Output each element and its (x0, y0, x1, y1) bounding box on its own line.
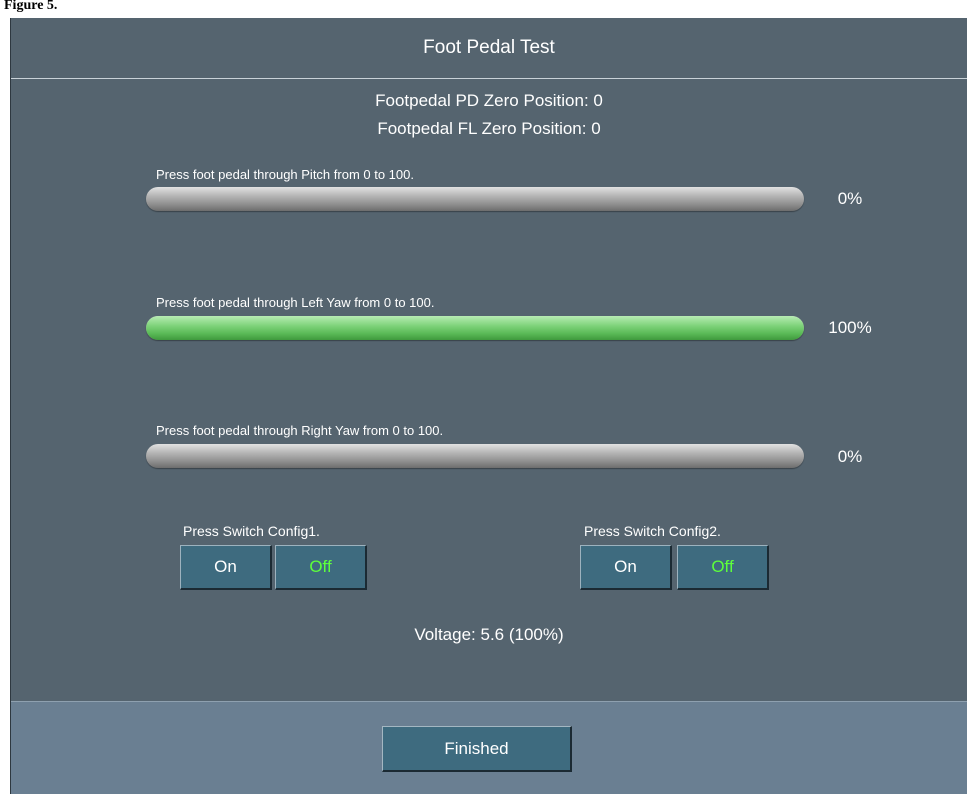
foot-pedal-test-window: Foot Pedal Test Footpedal PD Zero Positi… (10, 18, 967, 794)
pitch-progress-bar (146, 187, 804, 211)
pd-zero-position: Footpedal PD Zero Position: 0 (375, 91, 603, 110)
pitch-percent: 0% (837, 189, 863, 208)
switch-config1-on-button[interactable]: On (180, 545, 272, 590)
window-title: Foot Pedal Test (11, 18, 967, 79)
switch-config1-label: Press Switch Config1. (183, 523, 320, 539)
left-yaw-progress-fill (146, 316, 804, 340)
left-yaw-progress-bar (146, 316, 804, 340)
left-yaw-percent: 100% (828, 318, 872, 337)
voltage-readout: Voltage: 5.6 (100%) (414, 625, 564, 644)
footer-panel: Finished (11, 701, 967, 794)
switch-config2-label: Press Switch Config2. (584, 523, 721, 539)
right-yaw-prompt: Press foot pedal through Right Yaw from … (156, 423, 444, 438)
switch-config1-off-button[interactable]: Off (275, 545, 367, 590)
finished-button[interactable]: Finished (382, 726, 572, 772)
figure-caption: Figure 5. (0, 0, 967, 18)
right-yaw-percent: 0% (837, 447, 863, 466)
switch-config2-off-button[interactable]: Off (677, 545, 769, 590)
left-yaw-prompt: Press foot pedal through Left Yaw from 0… (156, 295, 435, 310)
switch-config2-on-button[interactable]: On (580, 545, 672, 590)
pitch-prompt: Press foot pedal through Pitch from 0 to… (156, 167, 414, 182)
right-yaw-progress-bar (146, 444, 804, 468)
fl-zero-position: Footpedal FL Zero Position: 0 (377, 119, 601, 138)
